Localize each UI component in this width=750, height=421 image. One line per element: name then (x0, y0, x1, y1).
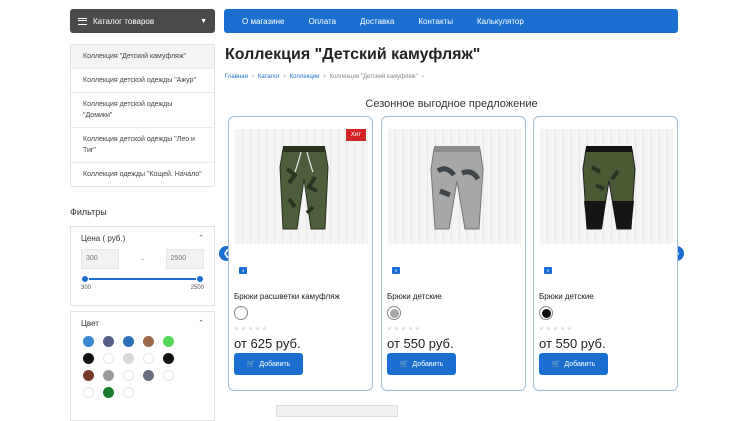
breadcrumb-catalog[interactable]: Каталог (258, 74, 280, 80)
breadcrumb-current: Коллекция "Детский камуфляж" (329, 74, 418, 80)
menu-icon (78, 17, 87, 25)
range-max-label: 2500 (190, 285, 204, 291)
nav-contacts[interactable]: Контакты (406, 17, 465, 26)
product-price: от 625 руб. (234, 336, 301, 351)
collection-item[interactable]: Коллекция одежды "Кощей. Начало" (71, 163, 214, 186)
add-button-label: Добавить (564, 360, 596, 368)
add-to-cart-button[interactable]: 🛒 Добавить (387, 353, 456, 375)
color-swatch[interactable] (123, 336, 134, 347)
product-card[interactable]: Хит 3 Брюки расшветки камуфляж от 625 ру… (228, 116, 373, 391)
cart-icon: 🛒 (399, 361, 409, 368)
color-swatch[interactable] (143, 353, 154, 364)
product-badge-icon: 3 (239, 267, 247, 274)
price-max-input[interactable]: 2500 (165, 249, 205, 269)
color-swatch[interactable] (83, 370, 94, 381)
product-image[interactable] (540, 129, 673, 244)
product-card[interactable]: 3 Брюки детские от 550 руб. 🛒 Добавить (533, 116, 678, 391)
color-swatch[interactable] (123, 353, 134, 364)
color-swatch[interactable] (163, 370, 174, 381)
color-swatch[interactable] (83, 353, 94, 364)
product-badge-icon: 3 (544, 267, 552, 274)
nav-about[interactable]: О магазине (230, 17, 297, 26)
color-option[interactable] (387, 306, 401, 320)
product-price: от 550 руб. (387, 336, 454, 351)
color-swatch[interactable] (83, 387, 94, 398)
price-filter-title: Цена ( руб.) (81, 233, 126, 243)
color-swatch[interactable] (143, 370, 154, 381)
slider-handle-max[interactable] (196, 275, 204, 283)
product-card[interactable]: 3 Брюки детские от 550 руб. 🛒 Добавить (381, 116, 526, 391)
product-badge-icon: 3 (392, 267, 400, 274)
catalog-label: Каталог товаров (93, 16, 155, 26)
add-button-label: Добавить (412, 360, 444, 368)
collection-item[interactable]: Коллекция детской одежды "Домики" (71, 93, 214, 128)
color-filter-title: Цвет (81, 318, 99, 328)
price-min-input[interactable]: 300 (81, 249, 120, 269)
breadcrumb-collections[interactable]: Коллекции (290, 74, 320, 80)
chevron-down-icon: ▼ (200, 17, 207, 25)
product-price: от 550 руб. (539, 336, 606, 351)
breadcrumb: Главная › Каталог › Коллекции › Коллекция "… (225, 74, 424, 80)
chevron-up-icon: ⌃ (198, 235, 204, 242)
pants-image (430, 146, 484, 230)
color-swatches (71, 334, 214, 400)
chevron-up-icon: ⌃ (198, 320, 204, 327)
filters-heading: Фильтры (70, 207, 107, 217)
color-swatch[interactable] (123, 370, 134, 381)
color-option[interactable] (539, 306, 553, 320)
color-swatch[interactable] (163, 353, 174, 364)
price-separator: - (141, 254, 144, 264)
sort-select[interactable] (276, 405, 398, 417)
product-name[interactable]: Брюки детские (539, 292, 594, 301)
price-filter: Цена ( руб.) ⌃ 300 - 2500 300 2500 (70, 226, 215, 306)
range-min-label: 300 (81, 285, 92, 291)
page-title: Коллекция "Детский камуфляж" (225, 46, 481, 63)
add-button-label: Добавить (259, 360, 291, 368)
nav-calculator[interactable]: Калькулятор (465, 17, 536, 26)
pants-image (582, 146, 636, 230)
color-swatch[interactable] (123, 387, 134, 398)
slider-handle-min[interactable] (81, 275, 89, 283)
color-swatch[interactable] (103, 353, 114, 364)
color-swatch[interactable] (103, 387, 114, 398)
product-image[interactable] (235, 129, 368, 244)
hit-badge: Хит (345, 129, 366, 141)
top-navigation: О магазине Оплата Доставка Контакты Каль… (224, 9, 678, 33)
cart-icon: 🛒 (246, 361, 256, 368)
rating-stars[interactable] (539, 326, 572, 331)
color-swatch[interactable] (83, 336, 94, 347)
color-filter-header[interactable]: Цвет ⌃ (71, 312, 214, 334)
pants-image (279, 146, 329, 230)
catalog-menu-button[interactable]: Каталог товаров ▼ (70, 9, 215, 33)
collection-item[interactable]: Коллекция "Детский камуфляж" (71, 45, 214, 69)
rating-stars[interactable] (387, 326, 420, 331)
color-swatch[interactable] (143, 336, 154, 347)
section-title: Сезонное выгодное предложение (365, 98, 538, 110)
color-swatch[interactable] (103, 336, 114, 347)
collection-item[interactable]: Коллекция детской одежды "Ажур" (71, 69, 214, 93)
color-filter: Цвет ⌃ (70, 311, 215, 421)
rating-stars[interactable] (234, 326, 267, 331)
product-name[interactable]: Брюки расшветки камуфляж (234, 292, 340, 301)
breadcrumb-home[interactable]: Главная (225, 74, 248, 80)
product-image[interactable] (388, 129, 521, 244)
color-option[interactable] (234, 306, 248, 320)
price-filter-header[interactable]: Цена ( руб.) ⌃ (71, 227, 214, 249)
cart-icon: 🛒 (551, 361, 561, 368)
color-swatch[interactable] (103, 370, 114, 381)
add-to-cart-button[interactable]: 🛒 Добавить (234, 353, 303, 375)
nav-payment[interactable]: Оплата (297, 17, 349, 26)
price-range-slider[interactable] (81, 275, 204, 283)
nav-delivery[interactable]: Доставка (348, 17, 406, 26)
collections-list: Коллекция "Детский камуфляж" Коллекция д… (70, 44, 215, 187)
add-to-cart-button[interactable]: 🛒 Добавить (539, 353, 608, 375)
collection-item[interactable]: Коллекция детской одежды "Лео и Тиг" (71, 128, 214, 163)
product-name[interactable]: Брюки детские (387, 292, 442, 301)
color-swatch[interactable] (163, 336, 174, 347)
